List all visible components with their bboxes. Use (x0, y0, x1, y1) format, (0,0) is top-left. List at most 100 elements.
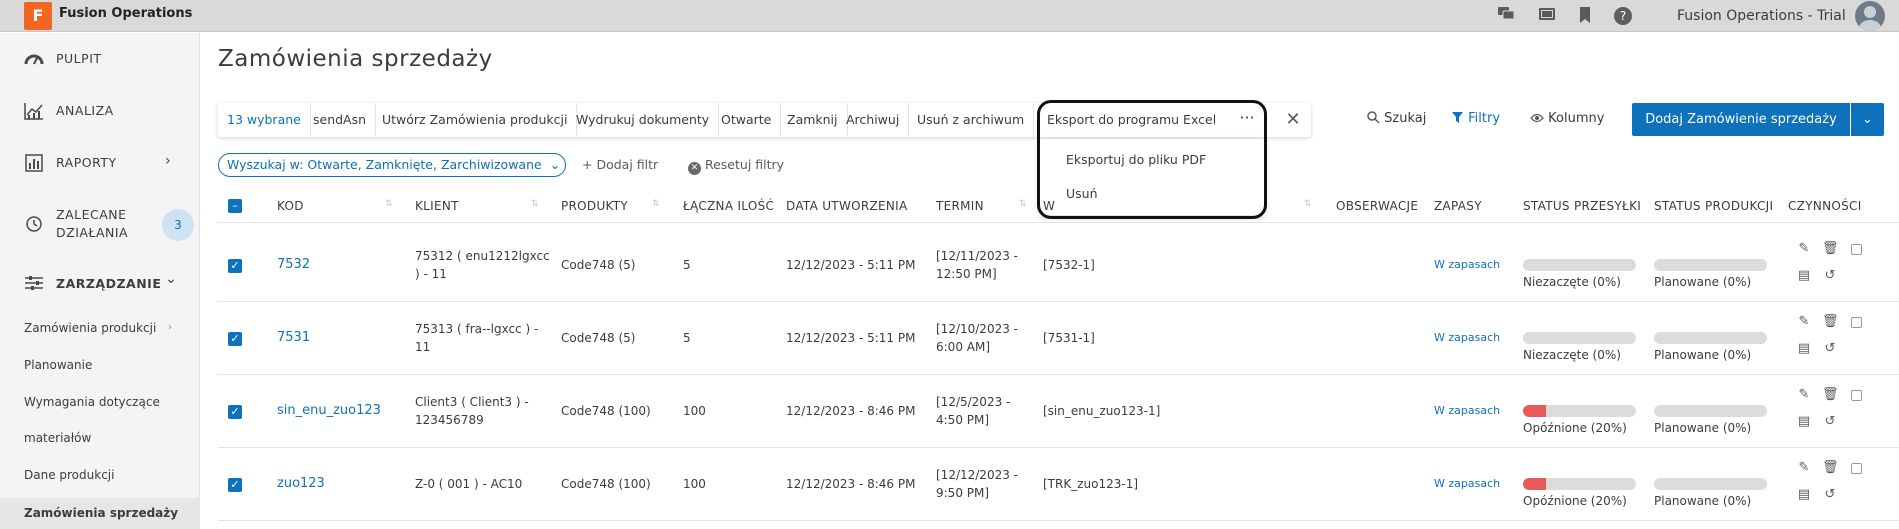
column-header-data-utworzenia[interactable]: DATA UTWORZENIA (786, 199, 908, 213)
selected-count-button[interactable]: 13 wybrane (218, 103, 311, 137)
order-code-link[interactable]: 7532 (277, 256, 310, 274)
row-select-box[interactable] (1851, 317, 1862, 328)
search-button[interactable]: Szukaj (1367, 111, 1426, 126)
sort-icon[interactable]: ⇅ (1304, 199, 1312, 209)
sidebar-item-raporty[interactable]: RAPORTY › (0, 144, 200, 184)
column-header-kod[interactable]: KOD (277, 199, 304, 213)
chat-icon[interactable] (1496, 6, 1516, 26)
column-header-termin[interactable]: TERMIN (936, 199, 984, 213)
send-asn-button[interactable]: sendAsn (304, 103, 377, 137)
top-bar: F Fusion Operations ? Fusion Operations … (0, 0, 1899, 32)
shipment-status: Niezaczęte (0%) (1523, 348, 1621, 362)
sort-icon[interactable]: ⇅ (1019, 199, 1027, 209)
stock-link[interactable]: W zapasach (1434, 329, 1500, 347)
column-header-produkty[interactable]: PRODUKTY (561, 199, 628, 213)
shipment-status: Opóźnione (20%) (1523, 494, 1627, 508)
sidebar-subitem-dane-produkcji[interactable]: Dane produkcji (24, 468, 114, 482)
production-status: Planowane (0%) (1654, 421, 1752, 435)
row-select-box[interactable] (1851, 390, 1862, 401)
stock-link[interactable]: W zapasach (1434, 402, 1500, 420)
create-production-orders-button[interactable]: Utwórz Zamówienia produkcji (373, 103, 578, 137)
column-header-zapasy[interactable]: ZAPASY (1434, 199, 1482, 213)
delete-icon[interactable]: 🗑 (1822, 387, 1839, 403)
reference-cell: [7531-1] (1043, 331, 1095, 345)
table-row[interactable]: ✓ 7532 75312 ( enu1212lgxcc ) - 11 Code7… (218, 229, 1899, 302)
unarchive-button[interactable]: Usuń z archiwum (908, 103, 1035, 137)
close-icon[interactable]: ✕ (1278, 103, 1308, 137)
edit-icon[interactable]: ✎ (1796, 460, 1812, 476)
order-code-link[interactable]: 7531 (277, 329, 310, 347)
stock-link[interactable]: W zapasach (1434, 256, 1500, 274)
row-select-box[interactable] (1851, 244, 1862, 255)
archive-icon[interactable]: ▤ (1796, 414, 1812, 430)
archive-button[interactable]: Archiwuj (837, 103, 910, 137)
edit-icon[interactable]: ✎ (1796, 314, 1812, 330)
quantity-cell: 5 (683, 258, 691, 272)
column-header-klient[interactable]: KLIENT (415, 199, 459, 213)
table-row[interactable]: ✓ sin_enu_zuo123 Client3 ( Client3 ) - 1… (218, 375, 1899, 448)
archive-icon[interactable]: ▤ (1796, 268, 1812, 284)
stock-link[interactable]: W zapasach (1434, 475, 1500, 493)
row-checkbox[interactable]: ✓ (228, 259, 242, 273)
row-checkbox[interactable]: ✓ (228, 405, 242, 419)
table-row[interactable]: ✓ 7531 75313 ( fra--lgxcc ) - 11 Code748… (218, 302, 1899, 375)
edit-icon[interactable]: ✎ (1796, 387, 1812, 403)
sidebar-subitem-zamowienia-sprzedazy[interactable]: Zamówienia sprzedaży ⌄ (0, 498, 200, 529)
delete-icon[interactable]: 🗑 (1822, 460, 1839, 476)
search-scope-dropdown[interactable]: Wyszukaj w: Otwarte, Zamknięte, Zarchiwi… (218, 153, 566, 177)
delete-icon[interactable]: 🗑 (1822, 314, 1839, 330)
row-checkbox[interactable]: ✓ (228, 478, 242, 492)
add-filter-button[interactable]: + Dodaj filtr (582, 157, 658, 172)
message-icon[interactable] (1537, 6, 1557, 26)
chevron-down-icon[interactable]: ⌄ (1851, 103, 1884, 136)
columns-button[interactable]: Kolumny (1530, 111, 1604, 126)
sidebar-item-analiza[interactable]: ANALIZA (0, 92, 200, 132)
help-icon[interactable]: ? (1614, 7, 1632, 25)
add-sales-order-button[interactable]: Dodaj Zamówienie sprzedaży (1632, 103, 1850, 136)
history-icon[interactable]: ↺ (1822, 487, 1838, 503)
sidebar-subitem-zamowienia-produkcji[interactable]: Zamówienia produkcji (24, 321, 156, 335)
archive-icon[interactable]: ▤ (1796, 487, 1812, 503)
avatar[interactable] (1855, 1, 1885, 31)
row-select-box[interactable] (1851, 463, 1862, 474)
quantity-cell: 100 (683, 404, 706, 418)
production-progress-bar (1654, 332, 1767, 344)
delete-icon[interactable]: 🗑 (1822, 241, 1839, 257)
archive-icon[interactable]: ▤ (1796, 341, 1812, 357)
history-icon[interactable]: ↺ (1822, 268, 1838, 284)
filters-label: Filtry (1468, 111, 1501, 126)
history-icon[interactable]: ↺ (1822, 341, 1838, 357)
order-code-link[interactable]: sin_enu_zuo123 (277, 402, 381, 420)
trial-label[interactable]: Fusion Operations - Trial (1677, 8, 1846, 24)
edit-icon[interactable]: ✎ (1796, 241, 1812, 257)
sidebar-item-zarzadzanie[interactable]: ZARZĄDZANIE ⌄ (0, 265, 200, 305)
sort-icon[interactable]: ⇅ (531, 199, 539, 209)
print-documents-button[interactable]: Wydrukuj dokumenty (567, 103, 720, 137)
history-icon[interactable]: ↺ (1822, 414, 1838, 430)
gauge-icon (24, 50, 44, 70)
sidebar-subitem-wymagania[interactable]: Wymagania dotyczące (24, 395, 160, 409)
column-header-status-produkcji[interactable]: STATUS PRODUKCJI (1654, 199, 1773, 213)
app-logo[interactable]: F (24, 2, 52, 30)
column-header-czynnosci[interactable]: CZYNNOŚCI (1788, 199, 1862, 213)
order-code-link[interactable]: zuo123 (277, 475, 325, 493)
sort-icon[interactable]: ⇅ (652, 199, 660, 209)
reset-filters-button[interactable]: ✕ Resetuj filtry (688, 157, 784, 175)
sidebar-item-pulpit[interactable]: PULPIT (0, 40, 200, 80)
sidebar-subitem-planowanie[interactable]: Planowanie (24, 358, 92, 372)
column-header-laczna-ilosc[interactable]: ŁĄCZNA ILOŚĆ (683, 199, 774, 213)
sidebar-item-zalecane-dzialania[interactable]: ZALECANE DZIAŁANIA 3 (0, 199, 200, 251)
sort-icon[interactable]: ⇅ (385, 199, 393, 209)
row-checkbox[interactable]: ✓ (228, 332, 242, 346)
filters-button[interactable]: Filtry (1451, 111, 1500, 126)
sidebar-subitem-wymagania-line2[interactable]: materiałów (24, 431, 91, 445)
select-all-checkbox[interactable]: – (228, 199, 242, 213)
column-header-status-przesylki[interactable]: STATUS PRZESYŁKI (1523, 199, 1641, 213)
column-header-partial[interactable]: W (1043, 199, 1055, 213)
chevron-down-icon: ⌄ (166, 504, 175, 515)
table-row[interactable]: ✓ zuo123 Z-0 ( 001 ) - AC10 Code748 (100… (218, 448, 1899, 521)
open-button[interactable]: Otwarte (712, 103, 782, 137)
products-cell: Code748 (100) (561, 477, 651, 491)
column-header-obserwacje[interactable]: OBSERWACJE (1336, 199, 1418, 213)
bookmark-icon[interactable] (1575, 6, 1595, 26)
